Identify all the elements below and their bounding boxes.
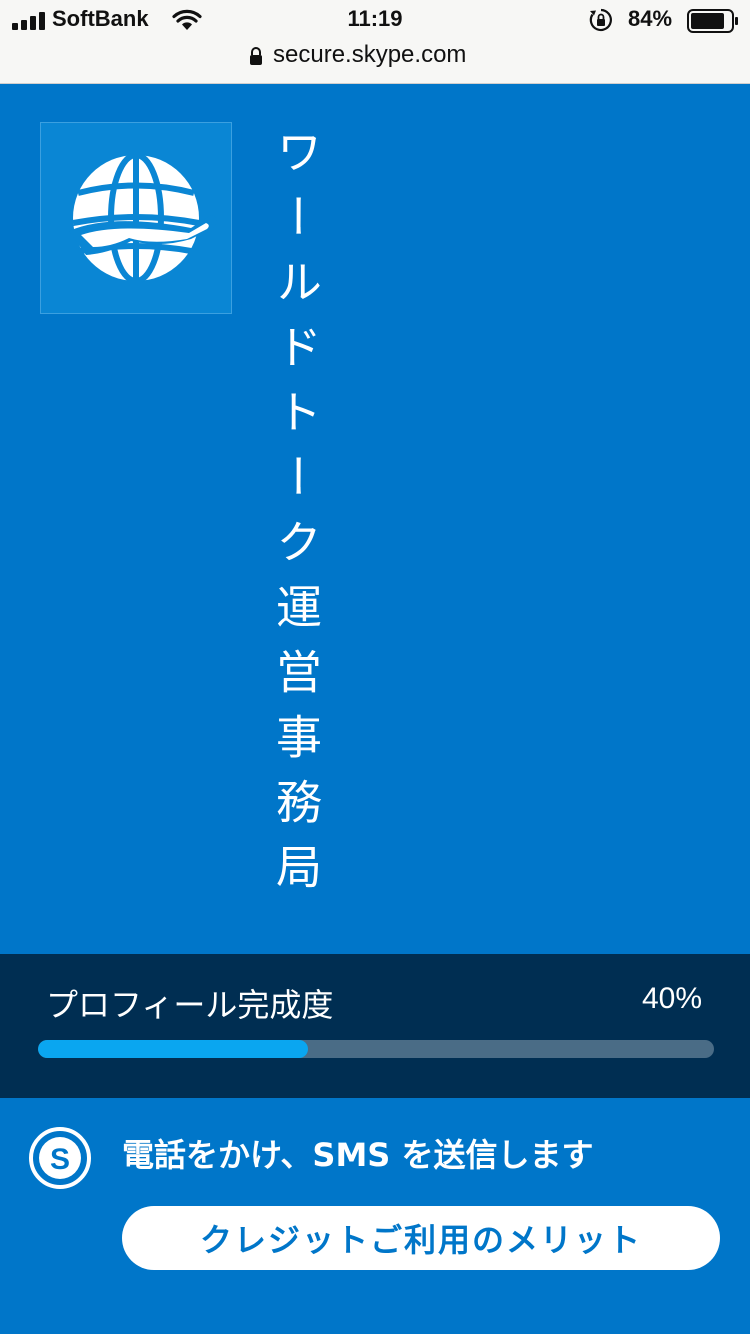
completion-label: プロフィール完成度 (46, 986, 334, 1024)
globe-with-plane-icon (69, 152, 217, 284)
profile-header: ワールドトーク運営事務局 (0, 84, 750, 954)
status-bar: SoftBank 11:19 84% (0, 0, 750, 40)
avatar[interactable] (40, 122, 232, 314)
svg-text:S: S (50, 1143, 70, 1176)
credit-benefits-button[interactable]: クレジットご利用のメリット (122, 1206, 720, 1270)
skype-credit-promo: S 電話をかけ、SMS を送信します クレジットご利用のメリット (0, 1098, 750, 1334)
battery-icon (687, 9, 738, 33)
orientation-lock-icon (589, 8, 612, 32)
address-bar[interactable]: secure.skype.com (0, 40, 750, 84)
completion-progress-bar (38, 1040, 714, 1058)
lock-icon (250, 47, 262, 65)
profile-completion-panel: プロフィール完成度 40% (0, 954, 750, 1098)
promo-text: 電話をかけ、SMS を送信します (122, 1136, 594, 1174)
completion-progress-fill (38, 1040, 309, 1058)
profile-name: ワールドトーク運営事務局 (269, 128, 323, 908)
url-text: secure.skype.com (273, 41, 467, 68)
skype-icon: S (29, 1127, 91, 1189)
completion-percent: 40% (641, 982, 702, 1015)
battery-percent: 84% (628, 6, 673, 31)
